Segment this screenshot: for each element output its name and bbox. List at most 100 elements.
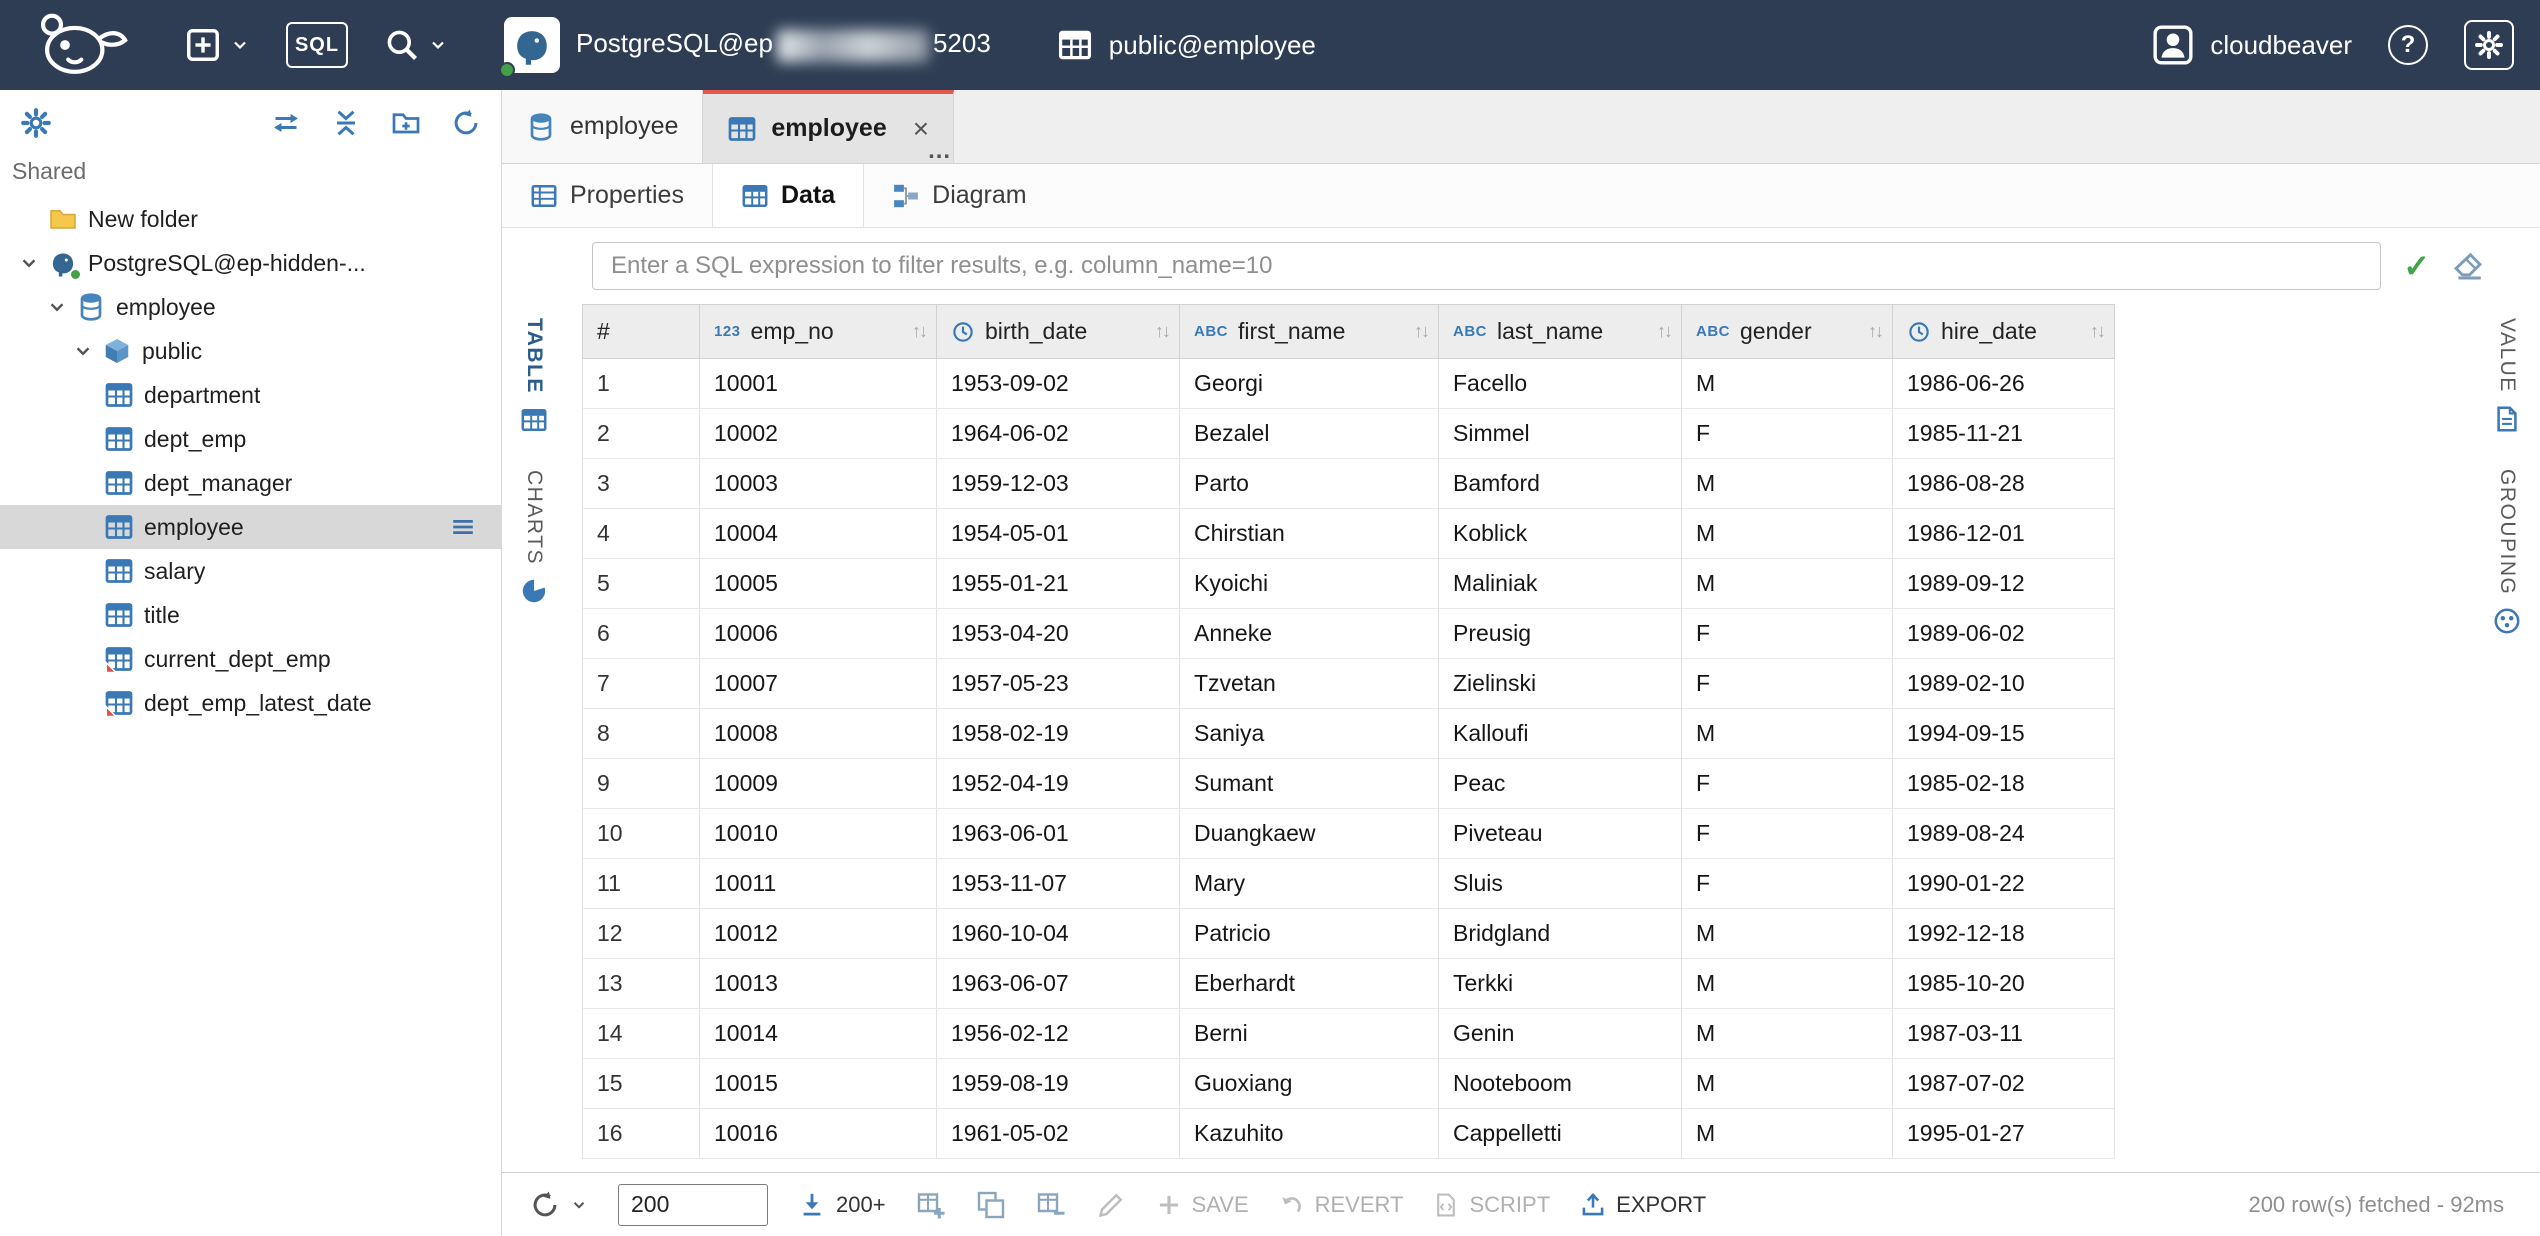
data-cell[interactable]: 10006 [700,609,937,659]
data-cell[interactable]: Georgi [1180,359,1439,409]
data-cell[interactable]: F [1682,659,1893,709]
data-cell[interactable]: Berni [1180,1009,1439,1059]
data-cell[interactable]: Guoxiang [1180,1059,1439,1109]
row-number-cell[interactable]: 13 [583,959,700,1009]
tab-diagram[interactable]: Diagram [864,164,1054,227]
column-header-emp_no[interactable]: 123 emp_no ↑↓ [700,305,937,359]
data-cell[interactable]: Bezalel [1180,409,1439,459]
data-cell[interactable]: M [1682,959,1893,1009]
data-cell[interactable]: 10009 [700,759,937,809]
data-cell[interactable]: Genin [1439,1009,1682,1059]
chevron-down-icon[interactable] [18,252,40,274]
data-cell[interactable]: 1960-10-04 [937,909,1180,959]
sort-icon[interactable]: ↑↓ [1657,321,1671,342]
data-cell[interactable]: 1987-07-02 [1893,1059,2115,1109]
data-cell[interactable]: 1989-09-12 [1893,559,2115,609]
row-number-cell[interactable]: 4 [583,509,700,559]
collapse-all-icon[interactable] [331,108,361,138]
add-row-icon[interactable] [916,1190,946,1220]
tree-item-table-title[interactable]: title [0,593,501,637]
row-number-cell[interactable]: 11 [583,859,700,909]
user-menu[interactable]: cloudbeaver [2152,24,2352,66]
data-cell[interactable]: M [1682,459,1893,509]
data-cell[interactable]: 1959-12-03 [937,459,1180,509]
connection-search-button[interactable] [384,27,448,63]
data-cell[interactable]: Piveteau [1439,809,1682,859]
presentation-tab-charts[interactable]: CHARTS [520,470,548,605]
column-header-hire_date[interactable]: hire_date ↑↓ [1893,305,2115,359]
data-cell[interactable]: Mary [1180,859,1439,909]
data-cell[interactable]: Duangkaew [1180,809,1439,859]
data-cell[interactable]: Facello [1439,359,1682,409]
data-cell[interactable]: 10007 [700,659,937,709]
data-cell[interactable]: 1958-02-19 [937,709,1180,759]
row-number-cell[interactable]: 6 [583,609,700,659]
data-cell[interactable]: 1955-01-21 [937,559,1180,609]
data-cell[interactable]: 1953-04-20 [937,609,1180,659]
data-cell[interactable]: 10016 [700,1109,937,1159]
data-cell[interactable]: 10013 [700,959,937,1009]
row-number-cell[interactable]: 1 [583,359,700,409]
data-cell[interactable]: 1986-08-28 [1893,459,2115,509]
row-number-cell[interactable]: 10 [583,809,700,859]
data-cell[interactable]: 1985-11-21 [1893,409,2115,459]
presentation-tab-table[interactable]: TABLE [520,318,548,434]
tab-employee-database[interactable]: employee [502,90,703,163]
row-number-cell[interactable]: 2 [583,409,700,459]
row-number-cell[interactable]: 5 [583,559,700,609]
data-cell[interactable]: Peac [1439,759,1682,809]
sidebar-settings-gear-icon[interactable] [20,107,52,139]
data-cell[interactable]: 10003 [700,459,937,509]
row-number-cell[interactable]: 16 [583,1109,700,1159]
sort-icon[interactable]: ↑↓ [2090,321,2104,342]
duplicate-row-icon[interactable] [976,1190,1006,1220]
data-cell[interactable]: 1964-06-02 [937,409,1180,459]
chevron-down-icon[interactable] [46,296,68,318]
data-cell[interactable]: Bamford [1439,459,1682,509]
data-cell[interactable]: M [1682,709,1893,759]
tree-item-table-employee[interactable]: employee [0,505,501,549]
row-number-cell[interactable]: 12 [583,909,700,959]
settings-button[interactable] [2464,20,2514,70]
data-cell[interactable]: 1963-06-07 [937,959,1180,1009]
data-cell[interactable]: Patricio [1180,909,1439,959]
data-cell[interactable]: 10010 [700,809,937,859]
data-cell[interactable]: 10014 [700,1009,937,1059]
data-cell[interactable]: 1989-08-24 [1893,809,2115,859]
tab-employee-table[interactable]: employee × ... [703,90,954,163]
row-number-cell[interactable]: 8 [583,709,700,759]
connection-selector[interactable]: PostgreSQL@ep5203 [504,17,991,73]
row-number-cell[interactable]: 3 [583,459,700,509]
tree-item-database-employee[interactable]: employee [0,285,501,329]
sql-filter-input[interactable] [592,242,2381,290]
data-cell[interactable]: Kyoichi [1180,559,1439,609]
data-cell[interactable]: 1989-06-02 [1893,609,2115,659]
tree-item-schema-public[interactable]: public [0,329,501,373]
data-cell[interactable]: M [1682,1109,1893,1159]
clear-filter-eraser-icon[interactable] [2452,250,2484,282]
delete-row-icon[interactable] [1036,1190,1066,1220]
data-cell[interactable]: Parto [1180,459,1439,509]
fetch-more-button[interactable]: 200+ [798,1191,886,1219]
save-button[interactable]: SAVE [1156,1192,1249,1218]
data-cell[interactable]: F [1682,859,1893,909]
tree-item-table-dept_manager[interactable]: dept_manager [0,461,501,505]
column-header-first_name[interactable]: ABC first_name ↑↓ [1180,305,1439,359]
data-cell[interactable]: Maliniak [1439,559,1682,609]
new-object-button[interactable] [184,26,250,64]
data-cell[interactable]: 1959-08-19 [937,1059,1180,1109]
sort-icon[interactable]: ↑↓ [1414,321,1428,342]
row-number-cell[interactable]: 9 [583,759,700,809]
data-cell[interactable]: Simmel [1439,409,1682,459]
data-cell[interactable]: 10001 [700,359,937,409]
data-cell[interactable]: Tzvetan [1180,659,1439,709]
data-cell[interactable]: F [1682,759,1893,809]
sync-connections-icon[interactable] [271,108,301,138]
data-cell[interactable]: 1985-02-18 [1893,759,2115,809]
data-cell[interactable]: 1995-01-27 [1893,1109,2115,1159]
export-button[interactable]: EXPORT [1580,1192,1706,1218]
data-cell[interactable]: 1963-06-01 [937,809,1180,859]
data-cell[interactable]: 10011 [700,859,937,909]
data-cell[interactable]: F [1682,409,1893,459]
data-cell[interactable]: 1987-03-11 [1893,1009,2115,1059]
